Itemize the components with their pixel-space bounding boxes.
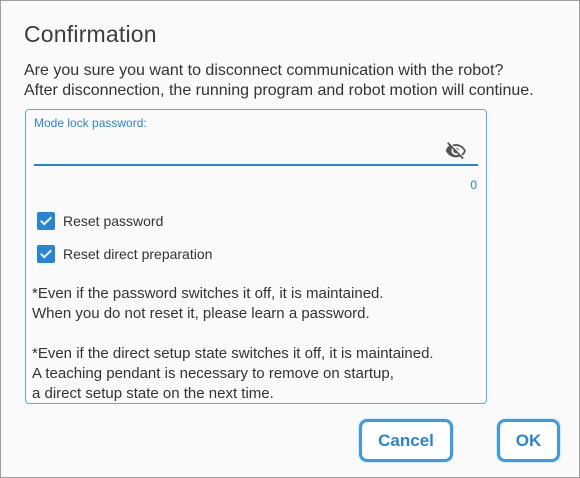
password-label: Mode lock password: — [34, 116, 147, 130]
note-line: *Even if the password switches it off, i… — [32, 285, 384, 302]
dialog-title: Confirmation — [24, 21, 157, 47]
reset-direct-preparation-checkbox[interactable] — [37, 245, 55, 263]
checkmark-icon — [40, 216, 52, 226]
checkmark-icon — [40, 249, 52, 259]
ok-button[interactable]: OK — [497, 419, 560, 462]
eye-off-icon[interactable] — [444, 140, 468, 162]
reset-direct-preparation-option[interactable]: Reset direct preparation — [37, 244, 212, 264]
dialog-message: Are you sure you want to disconnect comm… — [24, 61, 569, 101]
note-line: *Even if the direct setup state switches… — [32, 345, 434, 362]
reset-password-label: Reset password — [63, 213, 164, 229]
password-note: *Even if the password switches it off, i… — [32, 284, 486, 324]
reset-direct-preparation-label: Reset direct preparation — [63, 246, 213, 262]
message-line-1: Are you sure you want to disconnect comm… — [24, 62, 504, 79]
direct-setup-note: *Even if the direct setup state switches… — [32, 344, 486, 404]
note-line: a direct setup state on the next time. — [32, 385, 274, 402]
message-line-2: After disconnection, the running program… — [24, 82, 534, 99]
reset-password-checkbox[interactable] — [37, 212, 55, 230]
cancel-button[interactable]: Cancel — [359, 419, 453, 462]
confirmation-dialog: Confirmation Are you sure you want to di… — [0, 0, 580, 478]
note-line: When you do not reset it, please learn a… — [32, 305, 370, 322]
password-char-counter: 0 — [470, 178, 477, 192]
reset-password-option[interactable]: Reset password — [37, 211, 163, 231]
note-line: A teaching pendant is necessary to remov… — [32, 365, 394, 382]
password-input[interactable] — [34, 134, 478, 166]
options-panel: Mode lock password: 0 Reset password Res… — [25, 109, 487, 404]
